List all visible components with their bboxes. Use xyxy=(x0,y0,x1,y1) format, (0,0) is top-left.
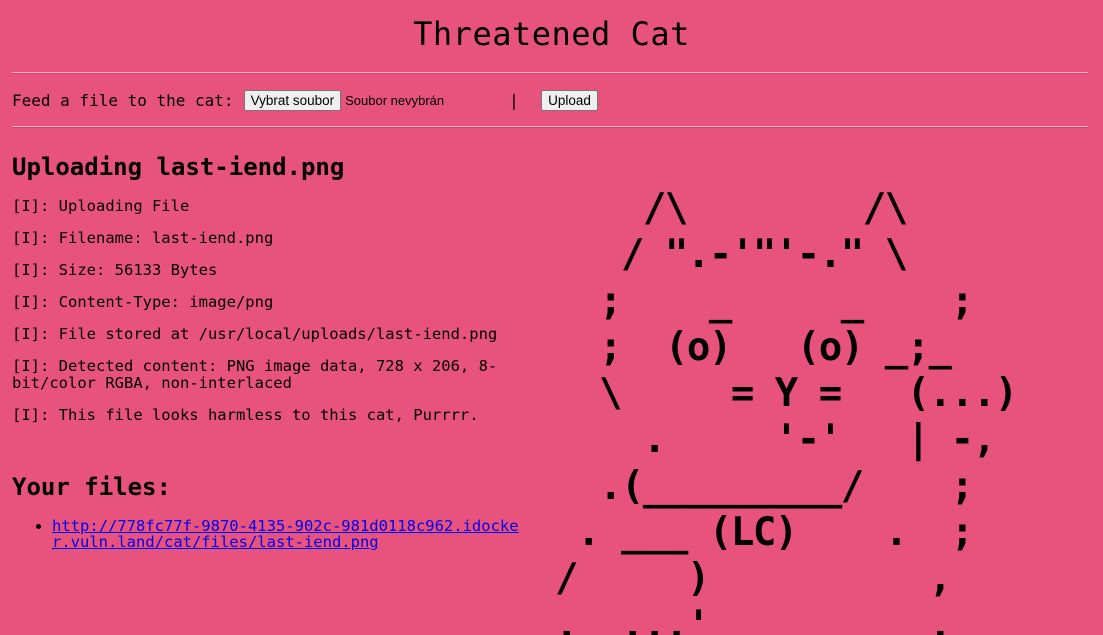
cat-ascii-art: /\ /\ / ".-'"'-." \ ; _ _ ; ; (o) (o) _;… xyxy=(555,186,1018,635)
upload-log: [I]: Uploading File [I]: Filename: last-… xyxy=(12,198,522,439)
files-heading: Your files: xyxy=(12,473,171,501)
log-line: [I]: Size: 56133 Bytes xyxy=(12,261,218,279)
upload-form: Feed a file to the cat: Vybrat soubor So… xyxy=(12,88,598,112)
log-line: [I]: File stored at /usr/local/uploads/l… xyxy=(12,325,498,343)
log-line: [I]: Detected content: PNG image data, 7… xyxy=(12,357,498,392)
top-divider xyxy=(12,72,1088,74)
page-title: Threatened Cat xyxy=(413,15,690,53)
list-item: http://778fc77f-9870-4135-902c-981d0118c… xyxy=(52,518,522,550)
file-link[interactable]: http://778fc77f-9870-4135-902c-981d0118c… xyxy=(52,517,519,551)
upload-label: Feed a file to the cat: xyxy=(12,90,234,110)
log-line: [I]: Content-Type: image/png xyxy=(12,293,274,311)
files-list: http://778fc77f-9870-4135-902c-981d0118c… xyxy=(12,518,522,550)
form-separator: | xyxy=(509,90,519,110)
log-line: [I]: Filename: last-iend.png xyxy=(12,229,274,247)
upload-heading: Uploading last-iend.png xyxy=(12,153,345,181)
bottom-divider xyxy=(12,126,1088,128)
choose-file-button[interactable]: Vybrat soubor xyxy=(243,89,342,111)
file-status-text: Soubor nevybrán xyxy=(345,92,445,108)
log-line: [I]: This file looks harmless to this ca… xyxy=(12,406,479,424)
upload-button[interactable]: Upload xyxy=(541,89,598,111)
log-line: [I]: Uploading File xyxy=(12,197,190,215)
